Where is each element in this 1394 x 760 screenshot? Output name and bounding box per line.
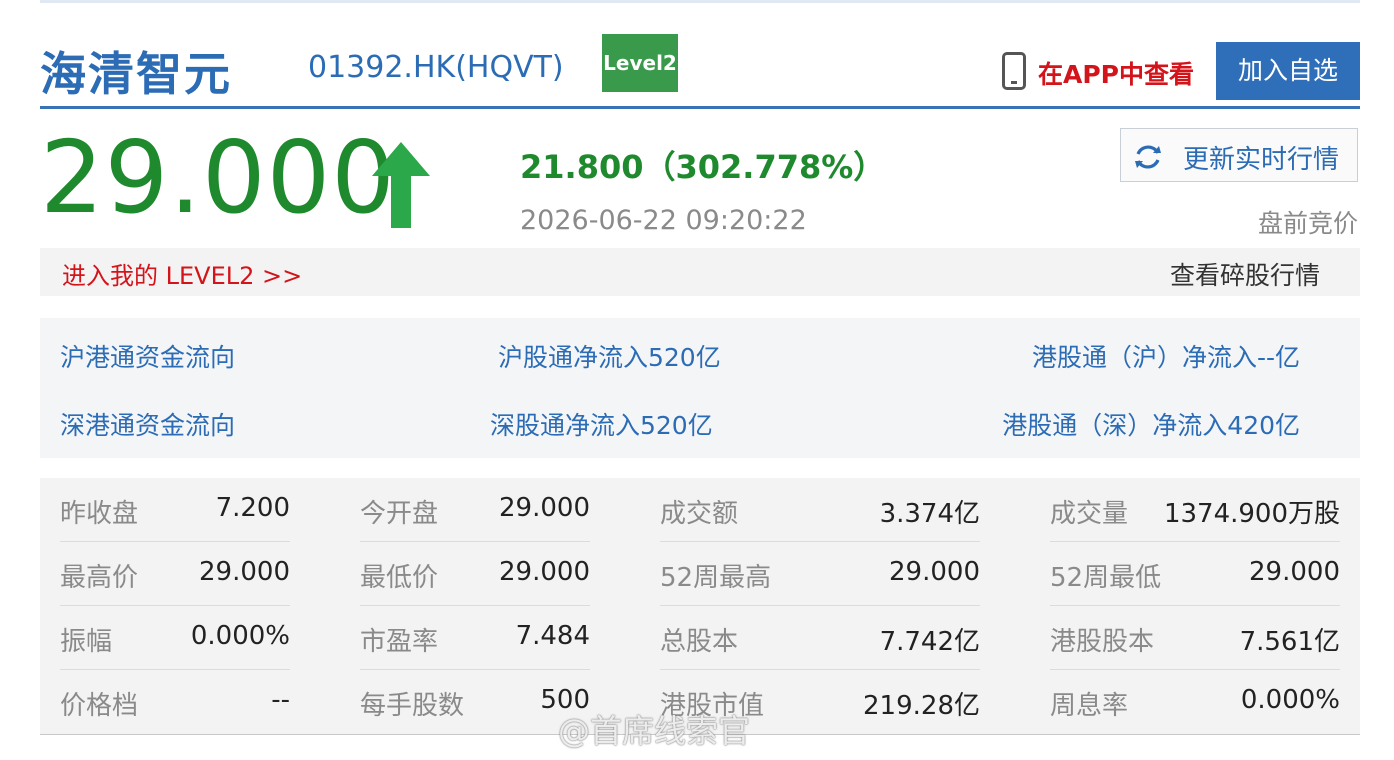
- stat-value: 29.000: [1249, 557, 1340, 587]
- stat-lot-size: 每手股数 500: [360, 670, 590, 734]
- southbound-sh-inflow[interactable]: 港股通（沪）净流入--亿: [1032, 338, 1300, 374]
- stat-open: 今开盘 29.000: [360, 478, 590, 542]
- stat-volume: 成交量 1374.900万股: [1050, 478, 1340, 542]
- southbound-sz-inflow[interactable]: 港股通（深）净流入420亿: [1002, 406, 1300, 442]
- stat-value: 219.28亿: [863, 691, 980, 721]
- my-level2-link[interactable]: 进入我的 LEVEL2 >>: [62, 256, 302, 291]
- stat-value: 29.000: [499, 557, 590, 587]
- stat-value: 3.374亿: [879, 499, 980, 529]
- stat-amplitude: 振幅 0.000%: [60, 606, 290, 670]
- current-price: 29.000: [40, 119, 396, 236]
- level2-badge[interactable]: Level2: [602, 34, 678, 92]
- stat-value: 0.000%: [1240, 685, 1340, 715]
- refresh-icon: [1135, 145, 1161, 169]
- refresh-quote-label: 更新实时行情: [1183, 145, 1340, 175]
- stat-prev-close: 昨收盘 7.200: [60, 478, 290, 542]
- stat-label: 52周最高: [660, 563, 772, 593]
- price-change: 21.800（302.778%）: [520, 148, 886, 186]
- stat-label: 最低价: [360, 563, 439, 593]
- sz-hk-connect-flow-link[interactable]: 深港通资金流向: [60, 406, 235, 442]
- stat-52w-low: 52周最低 29.000: [1050, 542, 1340, 606]
- stat-high: 最高价 29.000: [60, 542, 290, 606]
- stat-value: 0.000%: [190, 621, 290, 651]
- shenzhen-northbound-inflow[interactable]: 深股通净流入520亿: [490, 406, 713, 442]
- level2-bar: 进入我的 LEVEL2 >> 查看碎股行情: [40, 248, 1360, 296]
- stock-stats-table: 昨收盘 7.200 今开盘 29.000 成交额 3.374亿 成交量 1374.900…: [40, 478, 1360, 735]
- stat-label: 每手股数: [360, 691, 465, 721]
- stat-value: 7.742亿: [879, 627, 980, 657]
- stat-label: 价格档: [60, 691, 139, 721]
- phone-icon: [1002, 52, 1026, 90]
- stat-label: 总股本: [660, 627, 739, 657]
- stat-value: 7.561亿: [1239, 627, 1340, 657]
- stat-total-shares: 总股本 7.742亿: [660, 606, 980, 670]
- stat-turnover: 成交额 3.374亿: [660, 478, 980, 542]
- stock-name: 海清智元: [40, 47, 232, 101]
- stat-value: 7.484: [515, 621, 590, 651]
- stat-52w-high: 52周最高 29.000: [660, 542, 980, 606]
- stat-label: 振幅: [60, 627, 113, 657]
- stat-value: 7.200: [215, 493, 290, 523]
- capital-flow-panel: 沪港通资金流向 沪股通净流入520亿 港股通（沪）净流入--亿 深港通资金流向 …: [40, 318, 1360, 458]
- top-divider: [40, 0, 1360, 3]
- stat-price-tier: 价格档 --: [60, 670, 290, 734]
- stat-low: 最低价 29.000: [360, 542, 590, 606]
- stat-pe-ratio: 市盈率 7.484: [360, 606, 590, 670]
- stat-label: 成交额: [660, 499, 739, 529]
- stock-code: 01392.HK(HQVT): [308, 50, 564, 85]
- stat-label: 最高价: [60, 563, 139, 593]
- view-in-app-link[interactable]: 在APP中查看: [1038, 55, 1194, 91]
- stat-label: 成交量: [1050, 499, 1129, 529]
- stat-hk-shares: 港股股本 7.561亿: [1050, 606, 1340, 670]
- stock-header: 海清智元 01392.HK(HQVT) Level2 在APP中查看 加入自选: [40, 30, 1360, 109]
- session-label: 盘前竞价: [1257, 209, 1358, 238]
- sh-hk-connect-flow-link[interactable]: 沪港通资金流向: [60, 338, 235, 374]
- stat-label: 市盈率: [360, 627, 439, 657]
- stat-label: 周息率: [1050, 691, 1129, 721]
- quote-timestamp: 2026-06-22 09:20:22: [520, 205, 807, 236]
- stat-label: 港股股本: [1050, 627, 1155, 657]
- stat-label: 昨收盘: [60, 499, 139, 529]
- stat-value: 1374.900万股: [1163, 499, 1340, 529]
- stat-value: 29.000: [889, 557, 980, 587]
- stat-value: --: [271, 685, 290, 715]
- stat-label: 52周最低: [1050, 563, 1162, 593]
- watermark: @首席线索官: [558, 712, 751, 750]
- stat-label: 今开盘: [360, 499, 439, 529]
- shanghai-northbound-inflow[interactable]: 沪股通净流入520亿: [498, 338, 721, 374]
- add-to-watchlist-button[interactable]: 加入自选: [1216, 42, 1360, 100]
- refresh-quote-button[interactable]: 更新实时行情: [1120, 128, 1358, 182]
- stat-value: 29.000: [499, 493, 590, 523]
- stat-value: 29.000: [199, 557, 290, 587]
- up-arrow-icon: [372, 142, 430, 228]
- odd-lot-quote-link[interactable]: 查看碎股行情: [1170, 256, 1320, 292]
- stat-dividend-yield: 周息率 0.000%: [1050, 670, 1340, 734]
